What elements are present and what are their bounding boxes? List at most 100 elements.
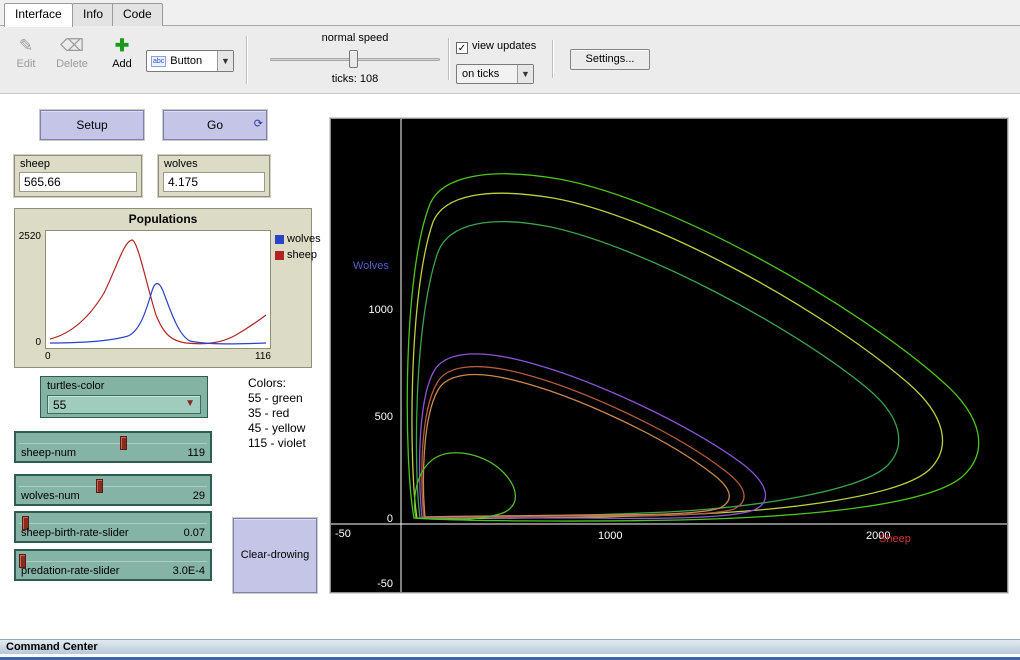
wolves-num-slider[interactable]: wolves-num 29 xyxy=(14,474,212,506)
command-center-header[interactable]: Command Center xyxy=(0,639,1020,654)
ticks-counter: ticks: 108 xyxy=(270,73,440,85)
sheep-monitor: sheep 565.66 xyxy=(14,155,142,197)
phase-curve-orange xyxy=(423,375,729,517)
slider-value: 0.07 xyxy=(184,527,205,539)
phase-curve-outer-yellow xyxy=(412,193,943,518)
predation-rate-slider[interactable]: predation-rate-slider 3.0E-4 xyxy=(14,549,212,581)
phase-curve-small-green xyxy=(415,453,516,520)
phase-curve-red xyxy=(422,367,744,517)
widget-type-dropdown[interactable]: abc Button ▼ xyxy=(146,50,234,72)
wolves-legend-label: wolves xyxy=(287,233,321,245)
world-tick-x1000: 1000 xyxy=(598,530,622,542)
slider-name: wolves-num xyxy=(21,490,80,502)
sheep-legend-label: sheep xyxy=(287,249,317,261)
slider-track[interactable] xyxy=(19,486,207,487)
edit-button[interactable]: ✎ Edit xyxy=(6,34,46,80)
tab-interface[interactable]: Interface xyxy=(4,3,73,27)
slider-track[interactable] xyxy=(19,443,207,444)
wolves-monitor: wolves 4.175 xyxy=(158,155,270,197)
widget-type-value: Button xyxy=(170,55,202,67)
view-updates-checkbox[interactable]: ✓ xyxy=(456,42,468,54)
slider-name: sheep-num xyxy=(21,447,76,459)
delete-label: Delete xyxy=(52,58,92,70)
view-updates-label: view updates xyxy=(472,40,536,52)
world-tick-xneg: -50 xyxy=(335,528,351,540)
colors-note-line: 45 - yellow xyxy=(248,421,306,436)
legend-sheep: sheep xyxy=(275,249,317,261)
slider-track[interactable] xyxy=(19,561,207,562)
world-canvas: 1000 500 0 -50 1000 2000 -50 Wolves Shee… xyxy=(331,119,1007,592)
colors-note-line: 55 - green xyxy=(248,391,306,406)
settings-button[interactable]: Settings... xyxy=(570,49,650,70)
go-button[interactable]: Go ⟳ xyxy=(163,110,267,140)
colors-note-title: Colors: xyxy=(248,376,306,391)
setup-label: Setup xyxy=(76,118,107,132)
clear-drowing-label: Clear-drowing xyxy=(241,549,309,561)
slider-handle[interactable] xyxy=(120,436,127,450)
tab-info[interactable]: Info xyxy=(72,3,114,26)
tab-bar: Interface Info Code xyxy=(0,0,1020,26)
toolbar: ✎ Edit ⌫ Delete ✚ Add abc Button ▼ norma… xyxy=(0,26,1020,94)
slider-value: 3.0E-4 xyxy=(173,565,205,577)
toolbar-separator xyxy=(246,36,248,84)
populations-plot: Populations 2520 0 0 116 wolves sheep xyxy=(14,208,312,368)
tab-code[interactable]: Code xyxy=(112,3,163,26)
world-view[interactable]: 1000 500 0 -50 1000 2000 -50 Wolves Shee… xyxy=(330,118,1008,593)
sheep-curve xyxy=(50,240,266,344)
interface-canvas: Setup Go ⟳ sheep 565.66 wolves 4.175 Pop… xyxy=(0,94,1020,638)
turtles-color-chooser[interactable]: turtles-color 55 ▼ xyxy=(40,376,208,418)
update-mode-dropdown[interactable]: on ticks ▼ xyxy=(456,64,534,84)
view-updates-control[interactable]: ✓ view updates xyxy=(456,40,536,54)
chooser-value-box[interactable]: 55 ▼ xyxy=(47,395,201,414)
abc-widget-icon: abc xyxy=(151,56,166,67)
update-mode-value: on ticks xyxy=(457,68,499,80)
command-center: Command Center xyxy=(0,638,1020,660)
go-label: Go xyxy=(207,118,223,132)
phase-curve-outer-green xyxy=(407,174,978,521)
colors-note: Colors: 55 - green 35 - red 45 - yellow … xyxy=(248,376,306,451)
slider-handle[interactable] xyxy=(96,479,103,493)
slider-name: predation-rate-slider xyxy=(21,565,119,577)
sheep-num-slider[interactable]: sheep-num 119 xyxy=(14,431,212,463)
slider-track[interactable] xyxy=(19,523,207,524)
sheep-birth-rate-slider[interactable]: sheep-birth-rate-slider 0.07 xyxy=(14,511,212,543)
plus-icon: ✚ xyxy=(102,34,142,58)
world-x-axis-label: Sheep xyxy=(879,533,911,545)
world-tick-yneg: -50 xyxy=(377,578,393,590)
slider-name: sheep-birth-rate-slider xyxy=(21,527,129,539)
sheep-monitor-value: 565.66 xyxy=(19,172,137,192)
plot-title: Populations xyxy=(15,212,311,226)
toolbar-separator xyxy=(552,40,554,78)
chevron-down-icon: ▼ xyxy=(517,65,533,83)
sheep-legend-swatch xyxy=(275,251,284,260)
clear-drowing-button[interactable]: Clear-drowing xyxy=(233,518,317,593)
setup-button[interactable]: Setup xyxy=(40,110,144,140)
netlogo-window: Interface Info Code ✎ Edit ⌫ Delete ✚ Ad… xyxy=(0,0,1020,660)
plot-xmin-label: 0 xyxy=(45,351,51,362)
slider-value: 119 xyxy=(187,447,205,459)
world-tick-y1000: 1000 xyxy=(369,304,393,316)
chevron-down-icon: ▼ xyxy=(217,51,233,71)
plot-ymin-label: 0 xyxy=(35,337,41,348)
phase-curve-violet xyxy=(420,354,766,519)
toolbar-separator xyxy=(448,38,450,80)
wolves-legend-swatch xyxy=(275,235,284,244)
world-y-axis-label: Wolves xyxy=(353,260,389,272)
legend-wolves: wolves xyxy=(275,233,321,245)
speed-slider-handle[interactable] xyxy=(349,50,358,68)
plot-ymax-label: 2520 xyxy=(19,231,41,242)
pencil-icon: ✎ xyxy=(6,34,46,58)
plot-xmax-label: 116 xyxy=(255,351,271,362)
edit-label: Edit xyxy=(6,58,46,70)
forever-icon: ⟳ xyxy=(254,110,263,138)
chooser-value: 55 xyxy=(53,398,66,412)
wolves-monitor-name: wolves xyxy=(164,158,198,170)
wolves-monitor-value: 4.175 xyxy=(163,172,265,192)
wolves-curve xyxy=(50,284,266,344)
delete-button[interactable]: ⌫ Delete xyxy=(52,34,92,80)
world-tick-y0: 0 xyxy=(387,513,393,525)
add-button[interactable]: ✚ Add xyxy=(102,34,142,80)
chooser-name: turtles-color xyxy=(47,380,104,392)
plot-area xyxy=(45,230,271,349)
chooser-dropdown-triangle-icon: ▼ xyxy=(185,398,195,409)
